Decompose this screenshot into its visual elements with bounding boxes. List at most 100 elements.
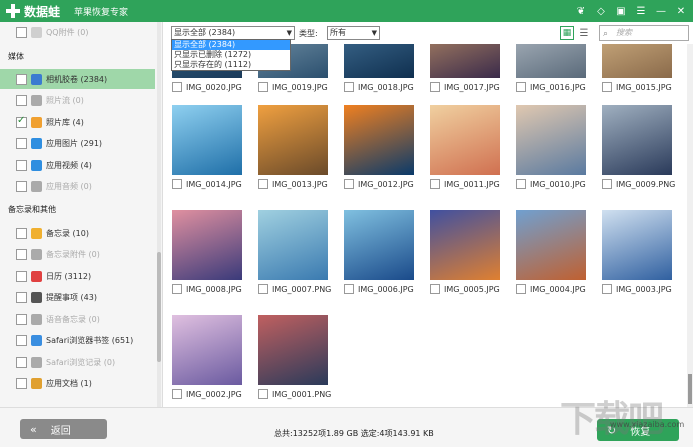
sidebar-checkbox[interactable] bbox=[16, 356, 27, 368]
photo-card[interactable]: IMG_0010.JPG bbox=[516, 105, 588, 189]
photo-checkbox[interactable] bbox=[430, 284, 440, 294]
sidebar-item-memo-2[interactable]: 日历 (3112) bbox=[0, 266, 155, 286]
photo-card[interactable]: IMG_0001.PNG bbox=[258, 315, 331, 399]
photo-thumbnail[interactable] bbox=[516, 210, 586, 280]
photo-card[interactable]: IMG_0002.JPG bbox=[172, 315, 244, 399]
photo-checkbox[interactable] bbox=[258, 389, 268, 399]
photo-thumbnail[interactable] bbox=[344, 44, 414, 78]
menu-icon[interactable]: ☰ bbox=[633, 3, 649, 19]
photo-checkbox[interactable] bbox=[172, 284, 182, 294]
photo-checkbox[interactable] bbox=[516, 82, 526, 92]
photo-thumbnail[interactable] bbox=[258, 315, 328, 385]
sidebar-item-media-5[interactable]: 应用音频 (0) bbox=[0, 177, 155, 197]
photo-thumbnail[interactable] bbox=[516, 44, 586, 78]
sidebar-checkbox[interactable] bbox=[16, 115, 27, 128]
sidebar-item-media-4[interactable]: 应用视频 (4) bbox=[0, 155, 155, 175]
list-view-button[interactable]: ☰ bbox=[577, 26, 591, 40]
photo-checkbox[interactable] bbox=[602, 284, 612, 294]
photo-thumbnail[interactable] bbox=[258, 105, 328, 175]
photo-checkbox[interactable] bbox=[172, 179, 182, 189]
sidebar-item-memo-0[interactable]: 备忘录 (10) bbox=[0, 223, 155, 243]
gallery-scroll-thumb[interactable] bbox=[688, 374, 692, 404]
photo-checkbox[interactable] bbox=[258, 82, 268, 92]
photo-card[interactable]: IMG_0018.JPG bbox=[344, 44, 416, 92]
filter-option-existing[interactable]: 只显示存在的 (1112) bbox=[172, 60, 290, 70]
sidebar-checkbox[interactable] bbox=[16, 335, 27, 346]
photo-card[interactable]: IMG_0017.JPG bbox=[430, 44, 502, 92]
sidebar-checkbox[interactable] bbox=[16, 95, 27, 106]
search-input[interactable]: ⌕ 搜索 bbox=[599, 25, 689, 41]
photo-checkbox[interactable] bbox=[602, 179, 612, 189]
sidebar-checkbox[interactable] bbox=[16, 26, 27, 38]
sidebar-checkbox[interactable] bbox=[16, 227, 27, 239]
filter-option-deleted[interactable]: 只显示已删除 (1272) bbox=[172, 50, 290, 60]
photo-card[interactable]: IMG_0004.JPG bbox=[516, 210, 588, 294]
sidebar-checkbox[interactable] bbox=[16, 249, 27, 260]
photo-card[interactable]: IMG_0008.JPG bbox=[172, 210, 244, 294]
sidebar-checkbox[interactable] bbox=[16, 73, 27, 85]
minimize-icon[interactable]: — bbox=[653, 3, 669, 19]
sidebar-item-memo-4[interactable]: 语音备忘录 (0) bbox=[0, 309, 155, 329]
photo-checkbox[interactable] bbox=[258, 284, 268, 294]
back-button[interactable]: « 返回 bbox=[20, 419, 107, 439]
photo-card[interactable]: IMG_0009.PNG bbox=[602, 105, 675, 189]
grid-view-button[interactable]: ▦ bbox=[560, 26, 574, 40]
gallery-scrollbar[interactable] bbox=[687, 44, 693, 407]
photo-checkbox[interactable] bbox=[172, 82, 182, 92]
photo-card[interactable]: IMG_0013.JPG bbox=[258, 105, 330, 189]
photo-card[interactable]: IMG_0005.JPG bbox=[430, 210, 502, 294]
photo-card[interactable]: IMG_0014.JPG bbox=[172, 105, 244, 189]
photo-thumbnail[interactable] bbox=[516, 105, 586, 175]
photo-checkbox[interactable] bbox=[516, 179, 526, 189]
photo-thumbnail[interactable] bbox=[602, 105, 672, 175]
sidebar-item-media-0[interactable]: 相机胶卷 (2384) bbox=[0, 69, 155, 89]
sidebar-item-memo-1[interactable]: 备忘录附件 (0) bbox=[0, 245, 155, 265]
sidebar-item-media-3[interactable]: 应用图片 (291) bbox=[0, 134, 155, 154]
photo-card[interactable]: IMG_0015.JPG bbox=[602, 44, 674, 92]
sidebar-item-qq-attachments[interactable]: QQ附件 (0) bbox=[0, 22, 155, 42]
photo-thumbnail[interactable] bbox=[172, 105, 242, 175]
photo-thumbnail[interactable] bbox=[430, 44, 500, 78]
sidebar-checkbox[interactable] bbox=[16, 181, 27, 192]
photo-thumbnail[interactable] bbox=[344, 105, 414, 175]
photo-card[interactable]: IMG_0012.JPG bbox=[344, 105, 416, 189]
sidebar-checkbox[interactable] bbox=[16, 292, 27, 303]
photo-card[interactable]: IMG_0003.JPG bbox=[602, 210, 674, 294]
photo-thumbnail[interactable] bbox=[172, 210, 242, 280]
filter-option-all[interactable]: 显示全部 (2384) bbox=[172, 40, 290, 50]
sidebar-item-media-1[interactable]: 照片流 (0) bbox=[0, 91, 155, 111]
photo-checkbox[interactable] bbox=[344, 284, 354, 294]
photo-checkbox[interactable] bbox=[602, 82, 612, 92]
diamond-icon[interactable]: ◇ bbox=[593, 3, 609, 19]
photo-checkbox[interactable] bbox=[516, 284, 526, 294]
photo-checkbox[interactable] bbox=[430, 179, 440, 189]
photo-checkbox[interactable] bbox=[344, 179, 354, 189]
sidebar-scrollbar[interactable] bbox=[157, 22, 161, 407]
photo-thumbnail[interactable] bbox=[430, 210, 500, 280]
photo-card[interactable]: IMG_0007.PNG bbox=[258, 210, 331, 294]
photo-checkbox[interactable] bbox=[172, 389, 182, 399]
sidebar-checkbox[interactable] bbox=[16, 138, 27, 149]
photo-card[interactable]: IMG_0016.JPG bbox=[516, 44, 588, 92]
photo-thumbnail[interactable] bbox=[344, 210, 414, 280]
photo-thumbnail[interactable] bbox=[258, 210, 328, 280]
sidebar-checkbox[interactable] bbox=[16, 270, 27, 282]
sidebar-item-memo-7[interactable]: 应用文档 (1) bbox=[0, 374, 155, 394]
sidebar-checkbox[interactable] bbox=[16, 159, 27, 171]
gift-icon[interactable]: ❦ bbox=[573, 3, 589, 19]
sidebar-checkbox[interactable] bbox=[16, 313, 27, 325]
type-dropdown[interactable]: 所有 ▼ bbox=[327, 26, 380, 40]
photo-card[interactable]: IMG_0011.JPG bbox=[430, 105, 502, 189]
photo-checkbox[interactable] bbox=[344, 82, 354, 92]
sidebar-item-media-2[interactable]: 照片库 (4) bbox=[0, 112, 155, 132]
photo-checkbox[interactable] bbox=[430, 82, 440, 92]
sidebar-checkbox[interactable] bbox=[16, 378, 27, 389]
photo-thumbnail[interactable] bbox=[602, 210, 672, 280]
photo-thumbnail[interactable] bbox=[430, 105, 500, 175]
filter-dropdown[interactable]: 显示全部 (2384) ▼ bbox=[171, 26, 295, 40]
photo-thumbnail[interactable] bbox=[602, 44, 672, 78]
chat-icon[interactable]: ▣ bbox=[613, 3, 629, 19]
photo-checkbox[interactable] bbox=[258, 179, 268, 189]
sidebar-item-memo-3[interactable]: 提醒事项 (43) bbox=[0, 288, 155, 308]
close-icon[interactable]: ✕ bbox=[673, 3, 689, 19]
